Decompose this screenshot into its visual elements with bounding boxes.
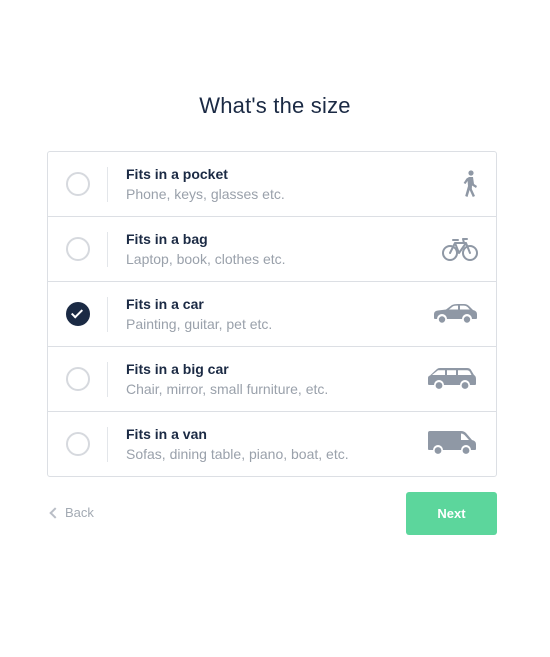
option-title: Fits in a pocket	[126, 166, 228, 182]
next-button[interactable]: Next	[406, 492, 497, 535]
option-car[interactable]: Fits in a car Painting, guitar, pet etc.	[48, 282, 496, 347]
chevron-left-icon	[49, 507, 61, 519]
divider	[107, 362, 108, 397]
option-big-car[interactable]: Fits in a big car Chair, mirror, small f…	[48, 347, 496, 412]
checkmark-icon	[70, 306, 84, 319]
radio-button[interactable]	[66, 237, 90, 261]
option-van[interactable]: Fits in a van Sofas, dining table, piano…	[48, 412, 496, 477]
option-pocket[interactable]: Fits in a pocket Phone, keys, glasses et…	[48, 152, 496, 217]
divider	[107, 427, 108, 462]
car-icon	[432, 303, 478, 330]
back-label: Back	[65, 505, 94, 520]
option-title: Fits in a van	[126, 426, 207, 442]
bicycle-icon	[442, 236, 478, 267]
size-options-list: Fits in a pocket Phone, keys, glasses et…	[47, 151, 497, 477]
divider	[107, 297, 108, 332]
option-title: Fits in a big car	[126, 361, 229, 377]
option-subtitle: Phone, keys, glasses etc.	[126, 186, 285, 202]
van-icon	[427, 430, 477, 461]
option-title: Fits in a car	[126, 296, 204, 312]
back-link[interactable]: Back	[48, 505, 94, 520]
page-title: What's the size	[199, 93, 351, 118]
divider	[107, 167, 108, 202]
option-subtitle: Painting, guitar, pet etc.	[126, 316, 273, 332]
radio-button[interactable]	[66, 432, 90, 456]
suv-icon	[427, 367, 477, 396]
divider	[107, 232, 108, 267]
walking-person-icon	[460, 170, 480, 203]
option-subtitle: Chair, mirror, small furniture, etc.	[126, 381, 329, 397]
radio-button-checked[interactable]	[66, 302, 90, 326]
option-title: Fits in a bag	[126, 231, 208, 247]
option-bag[interactable]: Fits in a bag Laptop, book, clothes etc.	[48, 217, 496, 282]
radio-button[interactable]	[66, 367, 90, 391]
option-subtitle: Sofas, dining table, piano, boat, etc.	[126, 446, 349, 462]
option-subtitle: Laptop, book, clothes etc.	[126, 251, 286, 267]
radio-button[interactable]	[66, 172, 90, 196]
